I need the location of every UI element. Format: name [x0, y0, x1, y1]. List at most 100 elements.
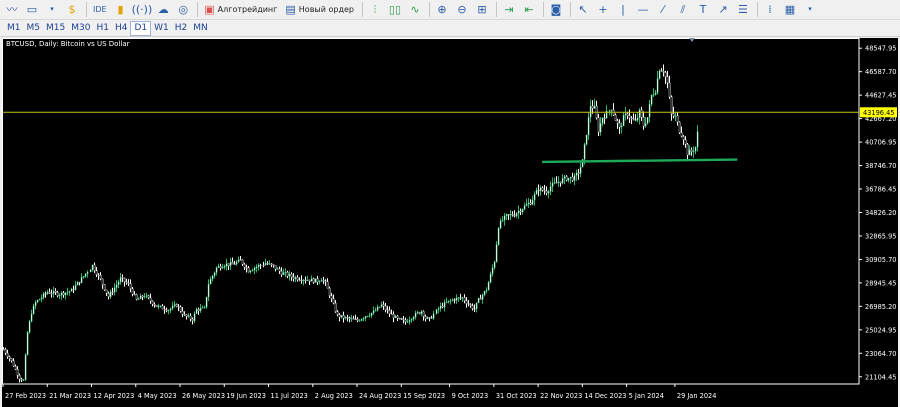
candle-body [48, 291, 51, 294]
candle-body [513, 215, 516, 217]
candle-body [284, 272, 287, 274]
candle-body [342, 315, 345, 319]
horizontal-line-icon[interactable]: — [634, 1, 652, 18]
lock-icon[interactable]: ▮ [112, 1, 130, 18]
candle-body [668, 82, 671, 98]
candle-body [360, 318, 363, 321]
candle-body [262, 264, 265, 267]
candle-body [294, 277, 297, 280]
candle-body [282, 272, 285, 275]
candle-body [286, 272, 289, 277]
candle-body [272, 264, 275, 266]
date-axis-label: 31 Oct 2023 [496, 392, 537, 400]
candle-body [16, 369, 19, 376]
chart-shift-marker [689, 38, 695, 42]
candle-body [46, 291, 49, 294]
candle-body [68, 291, 71, 293]
ide-button[interactable]: IDE [90, 1, 110, 18]
candle-body [531, 199, 534, 205]
candle-body [630, 117, 633, 119]
candle-body [318, 281, 321, 283]
algo-trading-button[interactable]: ▣ Алготрейдинг [201, 1, 280, 18]
candle-body [501, 219, 504, 222]
equidistant-channel-icon[interactable]: ⫽ [674, 1, 692, 18]
candle-body [664, 72, 667, 78]
candle-body [239, 259, 242, 261]
chart-templates-icon[interactable]: ▭ [23, 1, 41, 18]
toolbar-separator [569, 2, 571, 17]
candle-body [66, 291, 69, 293]
chart-type-icon[interactable]: 〰 [3, 1, 21, 18]
timeframe-m15[interactable]: M15 [43, 21, 68, 36]
candle-body [62, 292, 65, 296]
chart-shift-icon[interactable]: ⇤ [520, 1, 538, 18]
crosshair-icon[interactable]: + [594, 1, 612, 18]
candle-body [358, 320, 361, 322]
dropdown-arrow-icon[interactable]: ▾ [43, 1, 61, 18]
candle-chart-icon[interactable]: ▯▯ [386, 1, 404, 18]
objects-icon[interactable]: ▦ [781, 1, 799, 18]
grid-icon[interactable]: ⊞ [473, 1, 491, 18]
candle-body [74, 284, 77, 290]
bar-chart-icon[interactable]: ⫶ [366, 1, 384, 18]
more-dropdown-icon[interactable]: ▾ [801, 1, 819, 18]
line-chart-icon[interactable]: ∿ [406, 1, 424, 18]
candle-body [680, 132, 683, 137]
timeframe-h4[interactable]: H4 [112, 21, 131, 36]
date-axis-label: 22 Nov 2023 [540, 392, 582, 400]
fibonacci-icon[interactable]: ☰ [734, 1, 752, 18]
vertical-line-icon[interactable]: | [614, 1, 632, 18]
cloud-icon[interactable]: ☁ [154, 1, 172, 18]
market-icon[interactable]: ◎ [174, 1, 192, 18]
arrow-tool-icon[interactable]: ↗ [714, 1, 732, 18]
candle-body [181, 311, 184, 315]
zoom-out-icon[interactable]: ⊖ [453, 1, 471, 18]
timeframe-m5[interactable]: M5 [24, 21, 44, 36]
candle-body [624, 113, 627, 116]
text-tool-icon[interactable]: T [694, 1, 712, 18]
toolbar-separator [361, 2, 363, 17]
candle-body [662, 71, 665, 73]
timeframe-m1[interactable]: M1 [4, 21, 24, 36]
price-axis-label: 48547.95 [865, 45, 896, 53]
candle-body [622, 115, 625, 127]
candle-body [487, 282, 490, 291]
candle-body [340, 315, 343, 318]
candle-body [199, 307, 202, 312]
autoscroll-icon[interactable]: ⇥ [500, 1, 518, 18]
candle-body [392, 313, 395, 319]
dollar-icon[interactable]: $ [63, 1, 81, 18]
candle-body [70, 288, 73, 292]
cursor-icon[interactable]: ↖ [574, 1, 592, 18]
timeframe-m30[interactable]: M30 [68, 21, 93, 36]
timeframe-d1[interactable]: D1 [130, 20, 152, 36]
date-axis-label: 2 Aug 2023 [315, 392, 353, 400]
timeframe-mn[interactable]: MN [190, 21, 211, 36]
candle-body [191, 318, 194, 321]
screenshot-icon[interactable]: ◙ [547, 1, 565, 18]
timeframe-h1[interactable]: H1 [93, 21, 112, 36]
candle-body [416, 312, 419, 314]
candle-body [141, 295, 144, 298]
timeframe-w1[interactable]: W1 [151, 21, 172, 36]
candle-body [362, 318, 365, 320]
trend-line-icon[interactable]: ⁄ [654, 1, 672, 18]
price-axis-label: 30905.70 [865, 256, 896, 264]
candle-body [610, 109, 613, 111]
new-order-button[interactable]: ▤ Новый ордер [282, 1, 357, 18]
signal-icon[interactable]: ((·)) [132, 1, 153, 18]
candle-body [457, 297, 460, 299]
candle-body [527, 202, 530, 205]
price-chart[interactable]: 48547.95 46587.70 44627.45 42667.20 40706.95… [2, 38, 898, 407]
candle-body [332, 298, 335, 304]
candle-body [652, 94, 655, 96]
zoom-in-icon[interactable]: ⊕ [433, 1, 451, 18]
candle-body [56, 292, 59, 296]
candle-body [101, 278, 104, 285]
candle-body [115, 284, 118, 288]
chart-canvas[interactable]: 48547.9546587.7044627.4542667.2040706.95… [2, 38, 898, 407]
timeframe-h2[interactable]: H2 [172, 21, 191, 36]
indicators-icon[interactable]: ⁞ [761, 1, 779, 18]
candle-body [151, 300, 154, 305]
candle-body [453, 299, 456, 301]
